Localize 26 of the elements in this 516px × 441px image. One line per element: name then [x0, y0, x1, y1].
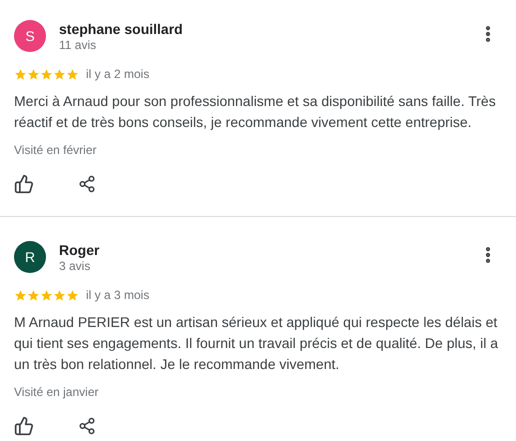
avatar: S	[14, 20, 46, 52]
review-count: 3 avis	[59, 259, 92, 274]
review-text: M Arnaud PERIER est un artisan sérieux et appliqué qui respecte les délais et qui tient ses engagements. Il fournit un travail précis et de qualité. De plus, il a un très bon relationnel. Je le recommande vivement.	[14, 313, 500, 374]
like-icon[interactable]	[14, 174, 34, 194]
star-icon	[53, 68, 66, 80]
review-count: 11 avis	[59, 38, 98, 53]
star-icon	[66, 288, 79, 302]
reviewer-name[interactable]: stephane souillard	[59, 20, 183, 38]
star-icon	[14, 68, 27, 80]
share-icon[interactable]	[78, 174, 96, 194]
star-icon	[14, 288, 27, 302]
star-icon	[53, 288, 66, 302]
review-time: il y a 2 mois	[86, 66, 150, 83]
star-icon	[40, 68, 53, 80]
star-icon	[27, 288, 40, 302]
reviewer-name[interactable]: Roger	[59, 241, 100, 259]
visit-date: Visité en janvier	[14, 384, 100, 401]
share-icon[interactable]	[78, 416, 96, 436]
star-icon	[66, 68, 79, 80]
visit-date: Visité en février	[14, 142, 98, 159]
star-icon	[40, 288, 53, 302]
avatar: R	[14, 241, 46, 273]
star-icon	[27, 68, 40, 80]
like-icon[interactable]	[14, 416, 34, 436]
review-time: il y a 3 mois	[86, 287, 150, 304]
review-text: Merci à Arnaud pour son professionnalisme et sa disponibilité sans faille. Très réactif et de très bons conseils, je recommande vivement cette entreprise.	[14, 92, 497, 132]
